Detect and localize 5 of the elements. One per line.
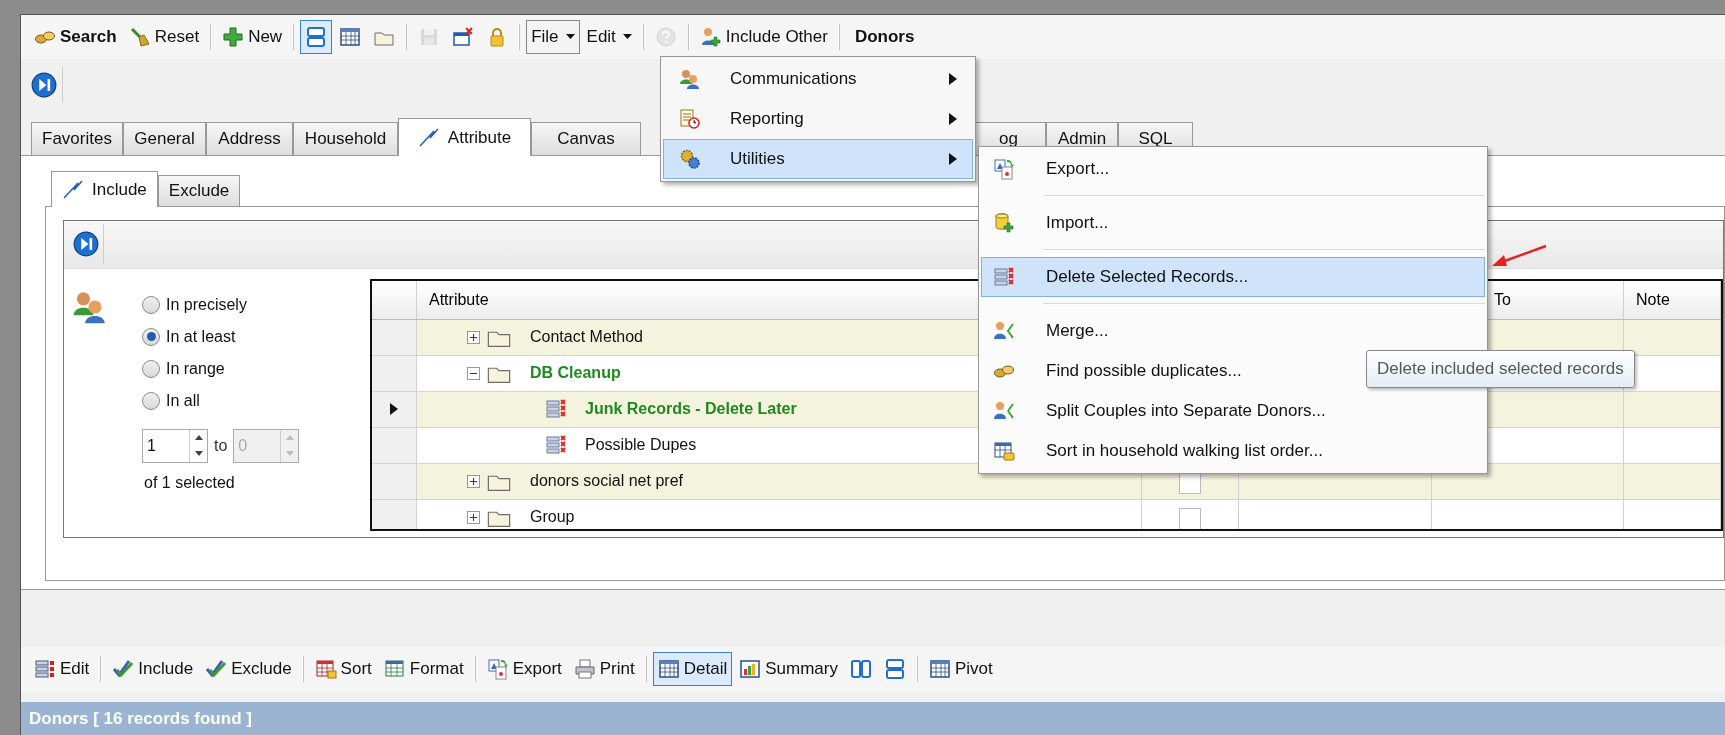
toolbar-title: Donors: [853, 26, 916, 49]
status-text: Donors [ 16 records found ]: [29, 707, 252, 730]
tooltip: Delete included selected records: [1366, 350, 1635, 388]
selection-count: of 1 selected: [144, 473, 235, 491]
range-label: to: [214, 435, 228, 456]
